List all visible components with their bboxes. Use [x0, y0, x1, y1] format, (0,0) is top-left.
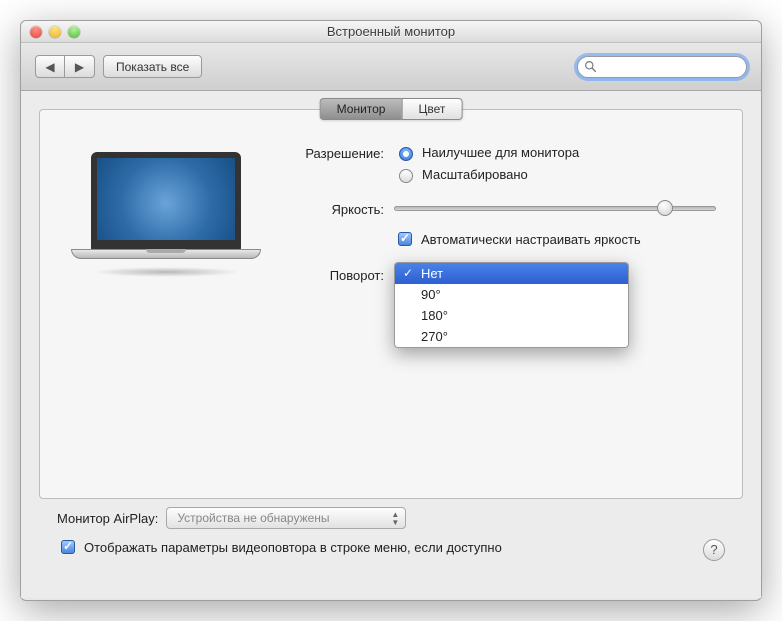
- show-all-button[interactable]: Показать все: [103, 55, 202, 78]
- rotation-dropdown[interactable]: Нет 90° 180° 270°: [394, 262, 629, 348]
- resolution-label: Разрешение:: [292, 144, 394, 161]
- titlebar: Встроенный монитор: [21, 21, 761, 43]
- rotation-opt-180[interactable]: 180°: [395, 305, 628, 326]
- window-title: Встроенный монитор: [21, 24, 761, 39]
- prefs-window: Встроенный монитор ◀ ▶ Показать все Мони…: [20, 20, 762, 601]
- help-button[interactable]: ?: [703, 539, 725, 561]
- content: Монитор Цвет Разрешение:: [21, 91, 761, 598]
- rotation-opt-90[interactable]: 90°: [395, 284, 628, 305]
- content-box: Монитор Цвет Разрешение:: [39, 109, 743, 499]
- airplay-select-value: Устройства не обнаружены: [177, 511, 329, 525]
- brightness-slider[interactable]: [394, 206, 716, 211]
- airplay-label: Монитор AirPlay:: [57, 511, 158, 526]
- auto-brightness-check[interactable]: [398, 232, 412, 246]
- laptop-screen-icon: [91, 152, 241, 250]
- rotation-label: Поворот:: [292, 266, 394, 283]
- chevron-updown-icon: ▲▼: [391, 511, 399, 527]
- resolution-scaled-label: Масштабировано: [422, 167, 528, 182]
- toolbar: ◀ ▶ Показать все: [21, 43, 761, 91]
- mirror-label: Отображать параметры видеоповтора в стро…: [84, 540, 502, 555]
- footer: Монитор AirPlay: Устройства не обнаружен…: [39, 499, 743, 584]
- search-wrap: [577, 56, 747, 78]
- nav-seg: ◀ ▶: [35, 55, 95, 78]
- rotation-opt-none[interactable]: Нет: [395, 263, 628, 284]
- resolution-scaled[interactable]: Масштабировано: [394, 166, 716, 183]
- laptop-base-icon: [71, 249, 261, 259]
- monitor-thumbnail: [66, 144, 266, 295]
- search-input[interactable]: [577, 56, 747, 78]
- back-button[interactable]: ◀: [35, 55, 65, 78]
- resolution-scaled-radio[interactable]: [399, 169, 413, 183]
- auto-brightness-label: Автоматически настраивать яркость: [421, 232, 641, 247]
- rotation-opt-270[interactable]: 270°: [395, 326, 628, 347]
- airplay-select[interactable]: Устройства не обнаружены ▲▼: [166, 507, 406, 529]
- resolution-best-radio[interactable]: [399, 147, 413, 161]
- tab-color[interactable]: Цвет: [401, 98, 462, 120]
- tab-display[interactable]: Монитор: [320, 98, 402, 120]
- forward-button[interactable]: ▶: [65, 55, 95, 78]
- auto-brightness[interactable]: Автоматически настраивать яркость: [394, 229, 716, 249]
- resolution-best[interactable]: Наилучшее для монитора: [394, 144, 716, 161]
- brightness-label: Яркость:: [292, 200, 394, 217]
- resolution-best-label: Наилучшее для монитора: [422, 145, 579, 160]
- brightness-thumb[interactable]: [657, 200, 673, 216]
- pane: Разрешение: Наилучшее для монитора Масшт…: [40, 110, 742, 309]
- mirror-check[interactable]: [61, 540, 75, 554]
- mirror-option[interactable]: Отображать параметры видеоповтора в стро…: [57, 537, 695, 557]
- settings-col: Разрешение: Наилучшее для монитора Масшт…: [292, 144, 716, 295]
- search-icon: [584, 60, 597, 73]
- tabs: Монитор Цвет: [320, 98, 463, 120]
